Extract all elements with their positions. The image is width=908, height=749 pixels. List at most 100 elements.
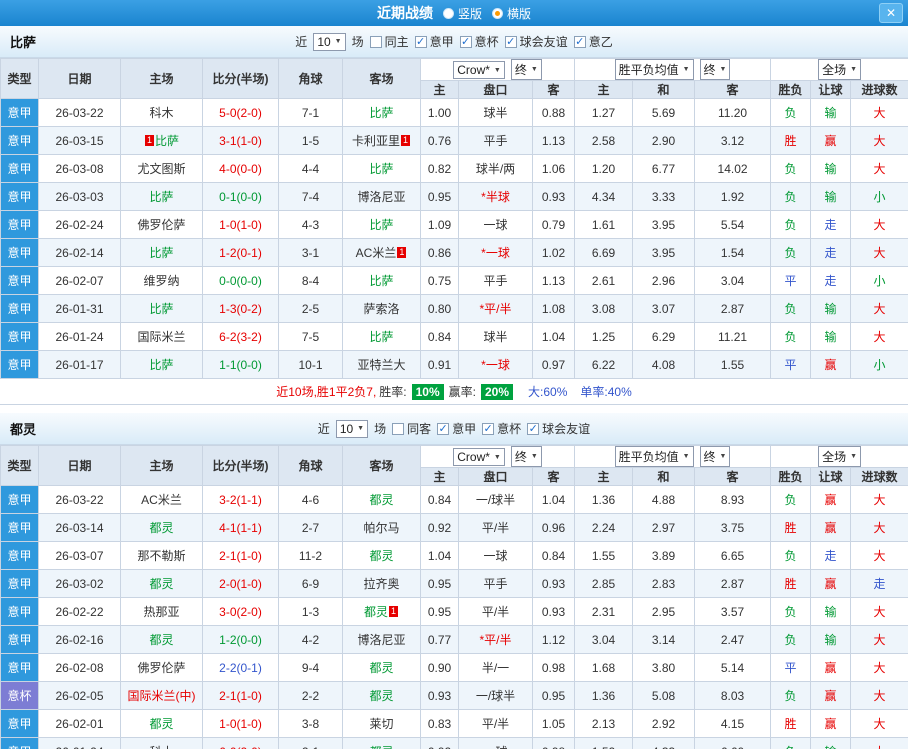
- filter-checkbox[interactable]: ✓ 意甲: [414, 33, 454, 50]
- sub-header-8: 进球数: [850, 80, 908, 99]
- league-type-cell: 意甲: [0, 485, 39, 514]
- sub-header-0: 主: [420, 80, 459, 99]
- away-team-cell: 都灵: [342, 737, 421, 749]
- filter-checkbox[interactable]: ✓ 意甲: [437, 420, 476, 437]
- final-odds-dropdown[interactable]: 终 ▼: [510, 59, 542, 80]
- match-row: 意甲 26-03-08 尤文图斯 4-0(0-0) 4-4 比萨 0.82 球半/两 1.06 1…: [0, 154, 908, 183]
- checkbox-checked-icon[interactable]: ✓: [527, 422, 540, 435]
- handicap-result: 输: [810, 737, 852, 749]
- team-text: 比萨: [149, 302, 174, 316]
- team-text: 国际米兰: [137, 330, 186, 344]
- filter-checkbox[interactable]: ✓ 意杯: [482, 420, 521, 437]
- checkbox-checked-icon[interactable]: ✓: [573, 35, 586, 48]
- away-odds: 1.04: [531, 322, 576, 351]
- checkbox-unchecked-icon[interactable]: [392, 422, 405, 435]
- title-group: 近期战绩 竖版 横版: [377, 3, 531, 23]
- avg-final-dropdown-value: 终: [703, 450, 716, 464]
- chevron-down-icon: ▼: [719, 66, 727, 73]
- checkbox-unchecked-icon[interactable]: [369, 35, 382, 48]
- match-count-dropdown[interactable]: 10 ▼: [313, 32, 346, 51]
- match-result: 负: [770, 182, 812, 211]
- handicap-line: 球半/两: [458, 154, 533, 183]
- avg-home-odds: 1.20: [574, 154, 634, 183]
- filter-checkbox[interactable]: ✓ 意乙: [573, 33, 613, 50]
- filter-checkbox[interactable]: 同主: [369, 33, 409, 50]
- handicap-line: 一球: [458, 210, 533, 239]
- team-text: 科木: [149, 745, 173, 749]
- match-row: 意甲 26-03-02 都灵 2-0(1-0) 6-9 拉齐奥 0.95 平手 0.93 2.85…: [0, 569, 908, 598]
- home-odds: 0.84: [420, 322, 459, 351]
- match-result: 负: [770, 737, 812, 749]
- away-odds: 0.93: [531, 597, 576, 626]
- match-count-dropdown[interactable]: 10 ▼: [335, 419, 369, 438]
- avg-away-odds: 1.92: [694, 182, 772, 211]
- filter-checkbox[interactable]: ✓ 意杯: [459, 33, 499, 50]
- away-team-cell: 博洛尼亚: [342, 625, 421, 654]
- games-label: 场: [374, 422, 387, 436]
- scope-dropdown[interactable]: 全场 ▼: [818, 59, 862, 80]
- home-team-cell: 都灵: [120, 709, 203, 738]
- avg-odds-dropdown[interactable]: 胜平负均值 ▼: [614, 446, 694, 467]
- filter-checkbox[interactable]: ✓ 球会友谊: [504, 33, 568, 50]
- home-odds: 0.77: [420, 625, 459, 654]
- odds-company-group: Crow* ▼ 终 ▼: [419, 58, 576, 81]
- home-odds: 1.04: [420, 541, 459, 570]
- radio-vertical-layout[interactable]: 竖版: [442, 5, 482, 22]
- sub-header-3: 主: [574, 80, 634, 99]
- win-rate-label: 胜率:: [379, 385, 407, 399]
- score: 2-2(0-1): [202, 653, 279, 682]
- goals-result: 大: [850, 653, 908, 682]
- close-icon[interactable]: ✕: [879, 3, 903, 23]
- team-text: AC米兰: [355, 246, 397, 260]
- home-odds: 0.92: [420, 513, 459, 542]
- avg-home-odds: 3.04: [574, 625, 634, 654]
- goals-result: 大: [850, 625, 908, 654]
- sub-header-6: 胜负: [770, 80, 812, 99]
- match-date: 26-03-22: [38, 98, 121, 127]
- final-odds-dropdown-value: 终: [514, 450, 527, 464]
- avg-draw-odds: 2.90: [632, 126, 696, 155]
- checkbox-checked-icon[interactable]: ✓: [504, 35, 517, 48]
- league-type-cell: 意甲: [0, 182, 39, 211]
- corner-score: 11-2: [278, 541, 343, 570]
- away-team-cell: 都灵: [342, 653, 421, 682]
- corner-score: 1-5: [278, 126, 343, 155]
- avg-draw-odds: 5.08: [632, 681, 696, 710]
- avg-odds-dropdown[interactable]: 胜平负均值 ▼: [614, 59, 694, 80]
- scope-group: 全场 ▼: [770, 445, 908, 468]
- sub-header-2: 客: [531, 80, 576, 99]
- team-text: 都灵: [149, 521, 174, 535]
- col-header-2: 主场: [120, 445, 203, 486]
- radio-horizontal-layout[interactable]: 横版: [492, 5, 531, 22]
- odds-company-dropdown[interactable]: Crow* ▼: [453, 448, 505, 466]
- home-odds: 1.00: [420, 98, 459, 127]
- checkbox-label: 同客: [407, 422, 432, 436]
- team-name: 都灵: [10, 422, 37, 437]
- handicap-result: 赢: [810, 709, 852, 738]
- avg-final-dropdown[interactable]: 终 ▼: [699, 446, 731, 467]
- sub-header-3: 主: [574, 467, 634, 486]
- checkbox-checked-icon[interactable]: ✓: [437, 422, 450, 435]
- summary-record: 近10场,胜1平2负7,: [276, 385, 377, 399]
- filter-checkbox[interactable]: ✓ 球会友谊: [527, 420, 590, 437]
- summary-row: 近10场,胜1平2负7, 胜率: 10% 赢率: 20% 大:60% 单率:40%: [0, 379, 908, 405]
- match-row: 意甲 26-03-07 那不勒斯 2-1(1-0) 11-2 都灵 1.04 一球 0.84 1.…: [0, 541, 908, 570]
- scope-dropdown[interactable]: 全场 ▼: [818, 446, 862, 467]
- sub-header-0: 主: [420, 467, 459, 486]
- goals-result: 大: [850, 322, 908, 351]
- match-date: 26-03-07: [38, 541, 121, 570]
- checkbox-checked-icon[interactable]: ✓: [459, 35, 472, 48]
- away-team-cell: 比萨: [342, 98, 421, 127]
- chevron-down-icon: ▼: [493, 453, 501, 461]
- avg-home-odds: 1.61: [574, 210, 634, 239]
- checkbox-checked-icon[interactable]: ✓: [482, 422, 495, 435]
- final-odds-dropdown[interactable]: 终 ▼: [510, 446, 542, 467]
- filter-checkbox[interactable]: 同客: [392, 420, 431, 437]
- page-title: 近期战绩: [376, 5, 433, 21]
- odds-company-dropdown[interactable]: Crow* ▼: [453, 61, 505, 79]
- avg-home-odds: 2.58: [574, 126, 634, 155]
- avg-final-dropdown[interactable]: 终 ▼: [699, 59, 731, 80]
- avg-away-odds: 3.04: [694, 266, 772, 295]
- home-team-cell: 比萨: [120, 238, 203, 267]
- checkbox-checked-icon[interactable]: ✓: [414, 35, 427, 48]
